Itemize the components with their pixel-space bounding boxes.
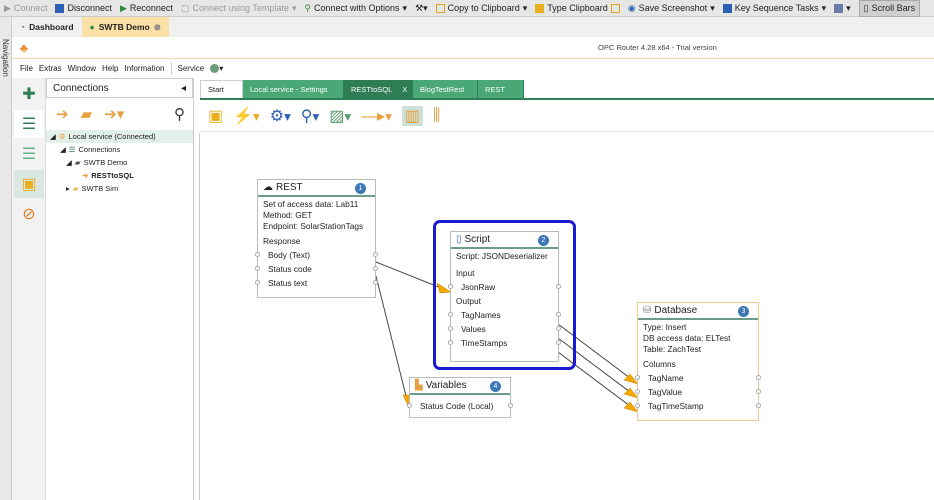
port-status-code[interactable]: Status code [255, 262, 378, 276]
script-icon: ▯ [456, 234, 462, 245]
step-badge: 2 [538, 235, 549, 246]
port-tagvalue[interactable]: TagValue [635, 385, 761, 399]
port-tagname[interactable]: TagName [635, 371, 761, 385]
port-tagnames[interactable]: TagNames [448, 308, 561, 322]
port-status-code-local[interactable]: Status Code (Local) [407, 399, 513, 413]
step-badge: 3 [738, 306, 749, 317]
port-body-text[interactable]: Body (Text) [255, 248, 378, 262]
port-status-text[interactable]: Status text [255, 276, 378, 290]
rest-icon: ☁ [263, 182, 273, 193]
step-badge: 1 [355, 183, 366, 194]
port-values[interactable]: Values [448, 322, 561, 336]
port-timestamps[interactable]: TimeStamps [448, 336, 561, 350]
variables-icon: ▙ [415, 380, 423, 391]
port-jsonraw[interactable]: JsonRaw [448, 280, 561, 294]
link-status-variable [375, 275, 410, 409]
port-tagtimestamp[interactable]: TagTimeStamp [635, 399, 761, 413]
script-node[interactable]: ▯ Script 2 Script: JSONDeserializer Input … [448, 231, 561, 362]
database-node[interactable]: ⛁ Database 3 Type: Insert DB access data: E… [635, 302, 761, 421]
variables-node[interactable]: ▙ Variables 4 Status Code (Local) [407, 377, 513, 418]
rest-node[interactable]: ☁ REST 1 Set of access data: Lab11 Method: … [255, 179, 378, 298]
step-badge: 4 [490, 381, 501, 392]
database-icon: ⛁ [643, 305, 652, 316]
